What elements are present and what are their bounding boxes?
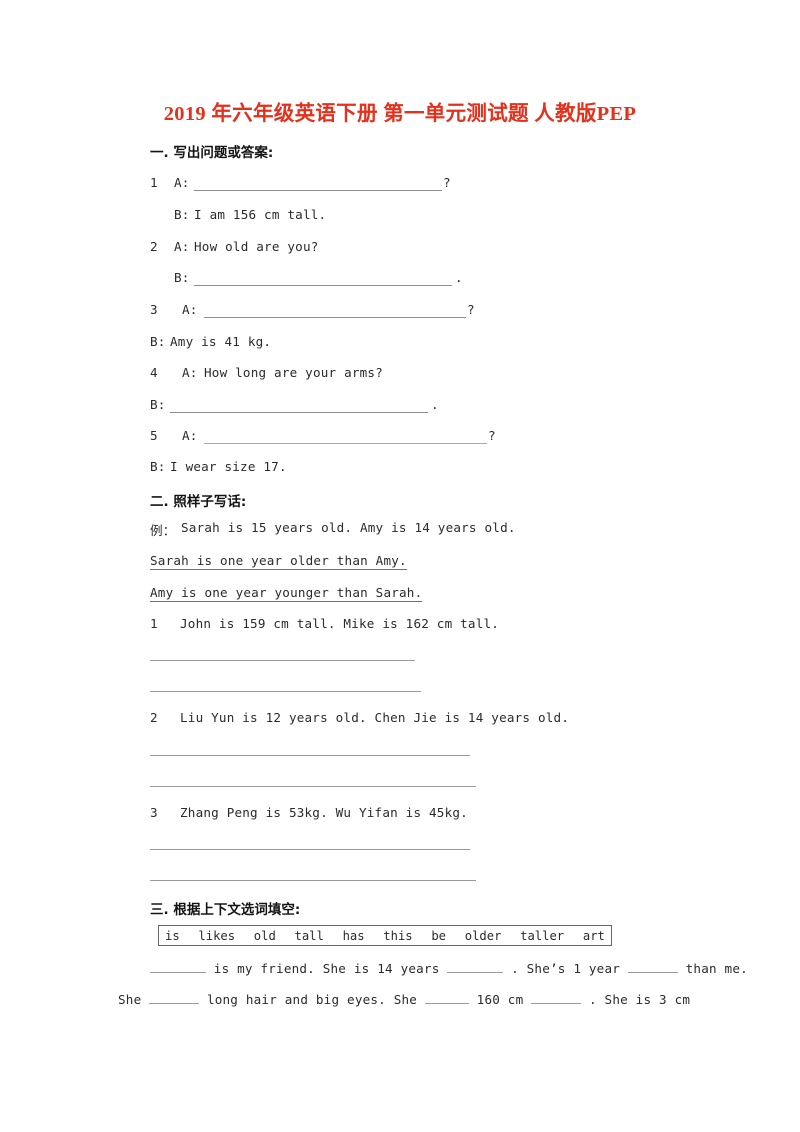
q3-a-tail: ?: [467, 302, 475, 317]
q3-number: 3: [150, 302, 158, 317]
cloze-blank-4[interactable]: [149, 1003, 200, 1004]
q2-b-tail: .: [455, 270, 463, 285]
example-text: Sarah is 15 years old. Amy is 14 years o…: [181, 520, 516, 535]
q5-b-text: I wear size 17.: [170, 459, 287, 474]
q1-a-label: A:: [174, 175, 190, 190]
q2-number: 2: [150, 239, 158, 254]
cloze-text-1c: than me.: [685, 961, 748, 976]
q2-b-label: B:: [174, 270, 190, 285]
s2-item-1-text: John is 159 cm tall. Mike is 162 cm tall…: [180, 616, 500, 631]
q3-b-text: Amy is 41 kg.: [170, 334, 272, 349]
q3-b-label: B:: [150, 334, 166, 349]
q2-a-text: How old are you?: [194, 239, 319, 254]
word-bank-item-4[interactable]: has: [343, 929, 365, 943]
word-bank-item-5[interactable]: this: [383, 929, 412, 943]
cloze-blank-2[interactable]: [447, 972, 504, 973]
q3-a-blank[interactable]: [204, 317, 466, 318]
q5-number: 5: [150, 428, 158, 443]
cloze-text-1b: . She’s 1 year: [511, 961, 621, 976]
q3-a-label: A:: [182, 302, 198, 317]
cloze-text-2d: . She is 3 cm: [588, 992, 691, 1007]
q1-a-blank[interactable]: [194, 190, 442, 191]
document-page: 2019 年六年级英语下册 第一单元测试题 人教版PEP 一. 写出问题或答案:…: [0, 0, 800, 1132]
s2-item-1-answer-line-1[interactable]: [150, 660, 415, 661]
word-bank-item-1[interactable]: likes: [198, 929, 235, 943]
q4-b-label: B:: [150, 397, 166, 412]
s2-item-3-answer-line-2[interactable]: [150, 880, 476, 881]
example-label: 例：: [150, 523, 176, 538]
s2-item-3-text: Zhang Peng is 53kg. Wu Yifan is 45kg.: [180, 805, 468, 820]
q5-a-tail: ?: [488, 428, 496, 443]
word-bank-item-7[interactable]: older: [465, 929, 502, 943]
cloze-blank-6[interactable]: [531, 1003, 582, 1004]
word-bank-item-8[interactable]: taller: [520, 929, 564, 943]
cloze-text-2a: She: [118, 992, 142, 1007]
q1-b-label: B:: [174, 207, 190, 222]
q4-b-tail: .: [431, 397, 439, 412]
cloze-line-2: She long hair and big eyes. She 160 cm .…: [118, 992, 690, 1007]
q5-a-label: A:: [182, 428, 198, 443]
cloze-blank-1[interactable]: [150, 972, 206, 973]
s2-item-3-number: 3: [150, 805, 158, 820]
page-title: 2019 年六年级英语下册 第一单元测试题 人教版PEP: [163, 103, 637, 125]
s2-item-2-number: 2: [150, 710, 158, 725]
section-1-heading: 一. 写出问题或答案:: [150, 145, 274, 161]
q2-b-blank[interactable]: [194, 285, 452, 286]
model-sentence-2: Amy is one year younger than Sarah.: [150, 585, 423, 602]
cloze-text-2c: 160 cm: [476, 992, 524, 1007]
q1-b-text: I am 156 cm tall.: [194, 207, 327, 222]
cloze-text-1a: is my friend. She is 14 years: [213, 961, 440, 976]
word-bank-item-6[interactable]: be: [431, 929, 446, 943]
q5-b-label: B:: [150, 459, 166, 474]
s2-item-2-answer-line-2[interactable]: [150, 786, 476, 787]
q4-number: 4: [150, 365, 158, 380]
section-2-heading: 二. 照样子写话:: [150, 494, 247, 510]
q2-a-label: A:: [174, 239, 190, 254]
word-bank-item-0[interactable]: is: [165, 929, 180, 943]
q5-a-blank[interactable]: [204, 443, 487, 444]
s2-item-2-answer-line-1[interactable]: [150, 755, 470, 756]
cloze-text-2b: long hair and big eyes. She: [206, 992, 418, 1007]
s2-item-2-text: Liu Yun is 12 years old. Chen Jie is 14 …: [180, 710, 570, 725]
word-bank-item-2[interactable]: old: [254, 929, 276, 943]
model-sentence-1: Sarah is one year older than Amy.: [150, 553, 407, 570]
q4-a-text: How long are your arms?: [204, 365, 383, 380]
section-3-heading: 三. 根据上下文选词填空:: [150, 902, 301, 918]
s2-item-1-answer-line-2[interactable]: [150, 691, 421, 692]
word-bank-box: is likes old tall has this be older tall…: [158, 925, 612, 946]
q1-number: 1: [150, 175, 158, 190]
word-bank-item-3[interactable]: tall: [295, 929, 324, 943]
s2-item-1-number: 1: [150, 616, 158, 631]
cloze-line-1: is my friend. She is 14 years . She’s 1 …: [150, 961, 748, 976]
cloze-blank-5[interactable]: [424, 1003, 469, 1004]
word-bank-item-9[interactable]: art: [583, 929, 605, 943]
cloze-blank-3[interactable]: [627, 972, 678, 973]
q1-a-tail: ?: [443, 175, 451, 190]
q4-b-blank[interactable]: [170, 412, 428, 413]
q4-a-label: A:: [182, 365, 198, 380]
s2-item-3-answer-line-1[interactable]: [150, 849, 470, 850]
